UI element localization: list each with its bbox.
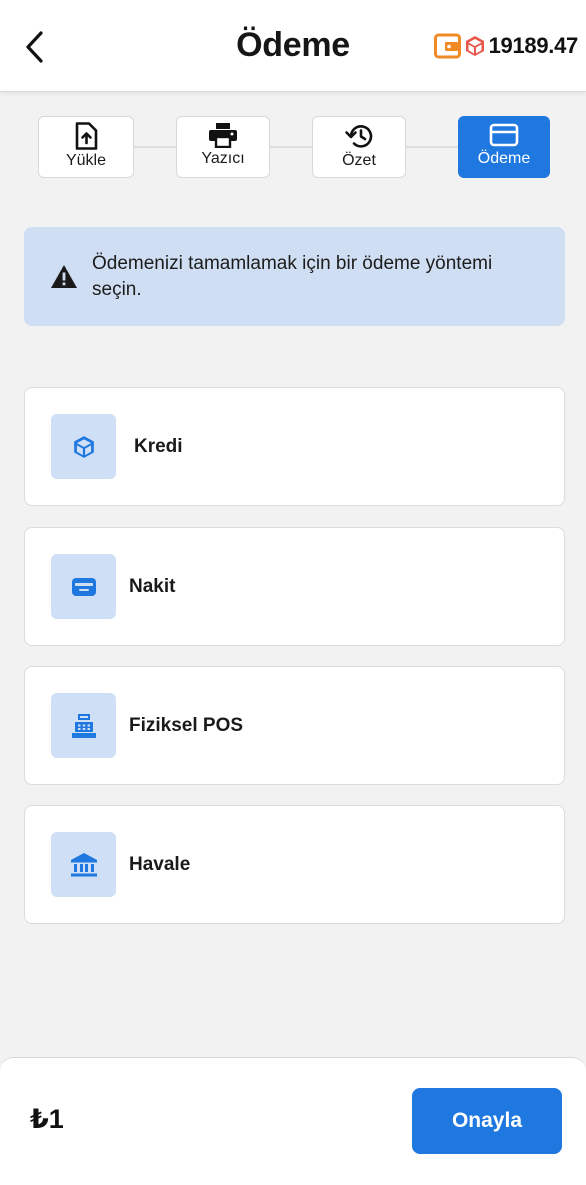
info-alert: Ödemenizi tamamlamak için bir ödeme yönt… <box>24 227 565 326</box>
warning-icon <box>51 265 77 288</box>
method-label: Havale <box>129 853 191 875</box>
confirm-button[interactable]: Onayla <box>412 1088 562 1154</box>
step-payment[interactable]: Ödeme <box>458 116 550 178</box>
app-header: Ödeme 19189.47 <box>0 0 586 92</box>
method-icon-box <box>51 693 116 758</box>
method-label: Fiziksel POS <box>129 714 244 736</box>
payment-method-physical-pos[interactable]: Fiziksel POS <box>24 666 565 785</box>
method-icon-box <box>51 554 116 619</box>
printer-icon <box>209 123 237 148</box>
balance-value: 19189.47 <box>488 33 579 58</box>
step-label: Yükle <box>65 152 107 169</box>
step-summary[interactable]: Özet <box>312 116 406 178</box>
upload-file-icon <box>75 122 98 150</box>
method-label: Nakit <box>129 575 176 597</box>
step-printer[interactable]: Yazıcı <box>176 116 270 178</box>
credit-balance: 19189.47 <box>433 33 579 59</box>
wallet-icon <box>433 33 461 59</box>
step-upload[interactable]: Yükle <box>38 116 134 178</box>
history-icon <box>345 125 373 148</box>
total-amount: ₺1 <box>30 1104 64 1134</box>
payment-method-cash[interactable]: Nakit <box>24 527 565 646</box>
step-connector <box>270 146 312 148</box>
checkout-footer: ₺1 Onayla <box>0 1057 586 1185</box>
step-connector <box>134 146 176 148</box>
method-label: Kredi <box>134 435 183 457</box>
payment-method-credit[interactable]: Kredi <box>24 387 565 506</box>
method-icon-box <box>51 832 116 897</box>
step-label: Özet <box>342 152 376 169</box>
step-label: Ödeme <box>477 150 531 167</box>
credit-cube-icon <box>465 36 484 56</box>
payment-method-transfer[interactable]: Havale <box>24 805 565 924</box>
credit-card-icon <box>489 123 519 147</box>
cash-card-icon <box>71 577 96 596</box>
cash-register-icon <box>71 713 96 738</box>
credit-cube-icon <box>73 435 94 458</box>
step-label: Yazıcı <box>201 150 245 167</box>
alert-message: Ödemenizi tamamlamak için bir ödeme yönt… <box>92 252 493 300</box>
step-connector <box>406 146 458 148</box>
checkout-stepper: Yükle Yazıcı Özet Ödeme <box>38 116 550 178</box>
bank-icon <box>70 852 97 876</box>
method-icon-box <box>51 414 116 479</box>
